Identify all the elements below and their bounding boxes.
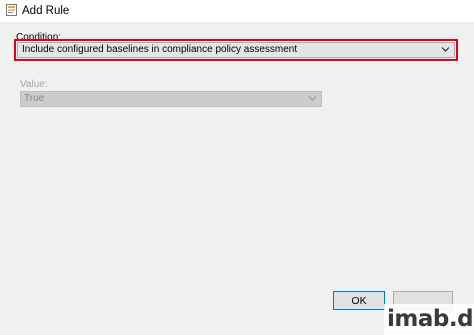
- title-bar: Add Rule: [0, 0, 474, 23]
- value-label: Value:: [20, 79, 48, 90]
- app-form-icon: [6, 4, 17, 16]
- window-title: Add Rule: [22, 5, 70, 17]
- value-selected-value: True: [24, 93, 45, 104]
- ok-button[interactable]: OK: [333, 291, 385, 310]
- chevron-down-icon: [308, 96, 317, 101]
- chevron-down-icon[interactable]: [441, 46, 450, 53]
- value-dropdown[interactable]: True: [20, 91, 322, 107]
- condition-dropdown[interactable]: Include configured baselines in complian…: [17, 42, 455, 58]
- condition-selected-value: Include configured baselines in complian…: [22, 44, 298, 55]
- watermark-text: imab.dk: [387, 306, 474, 332]
- dialog-body: Condition: Include configured baselines …: [0, 22, 474, 335]
- watermark: imab.dk: [384, 304, 474, 335]
